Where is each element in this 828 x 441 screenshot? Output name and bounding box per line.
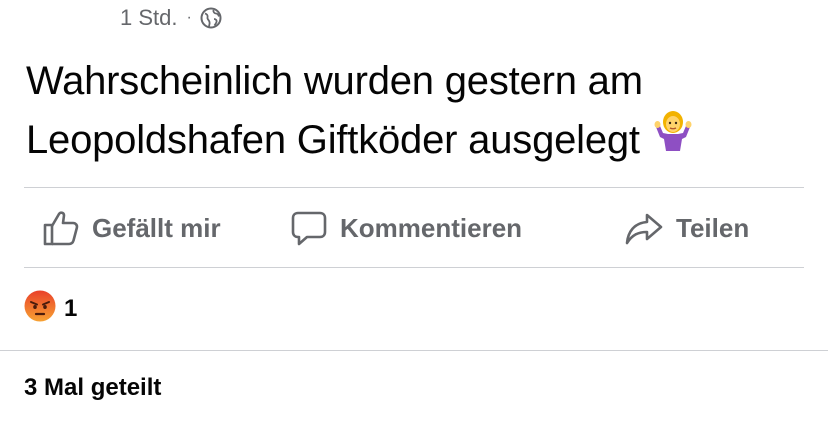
- action-bar: Gefällt mir Kommentieren Teilen: [0, 188, 828, 268]
- post-meta: 1 Std. ·: [120, 4, 222, 32]
- divider-reactions: [0, 350, 828, 351]
- like-button[interactable]: Gefällt mir: [42, 188, 221, 268]
- share-button[interactable]: Teilen: [624, 188, 749, 268]
- comment-label: Kommentieren: [340, 212, 523, 243]
- globe-icon[interactable]: [200, 7, 222, 29]
- post-text: Wahrscheinlich wurden gestern am Leopold…: [26, 52, 816, 170]
- angry-reaction-icon: [24, 290, 56, 329]
- divider-actions: [24, 267, 804, 268]
- post-text-content: Wahrscheinlich wurden gestern am Leopold…: [26, 59, 643, 162]
- post-card: 1 Std. · Wahrscheinlich wurden gestern a…: [0, 0, 828, 441]
- reaction-count: 1: [64, 295, 78, 322]
- post-time[interactable]: 1 Std.: [120, 5, 177, 31]
- person-shrugging-emoji: [650, 107, 696, 170]
- thumbs-up-icon: [42, 209, 92, 247]
- meta-separator: ·: [186, 9, 192, 26]
- share-label: Teilen: [676, 212, 750, 243]
- like-label: Gefällt mir: [92, 212, 221, 243]
- comment-bubble-icon: [290, 209, 340, 247]
- share-count[interactable]: 3 Mal geteilt: [24, 374, 161, 402]
- reaction-summary[interactable]: 1: [24, 290, 78, 329]
- comment-button[interactable]: Kommentieren: [290, 188, 522, 268]
- share-arrow-icon: [624, 209, 676, 247]
